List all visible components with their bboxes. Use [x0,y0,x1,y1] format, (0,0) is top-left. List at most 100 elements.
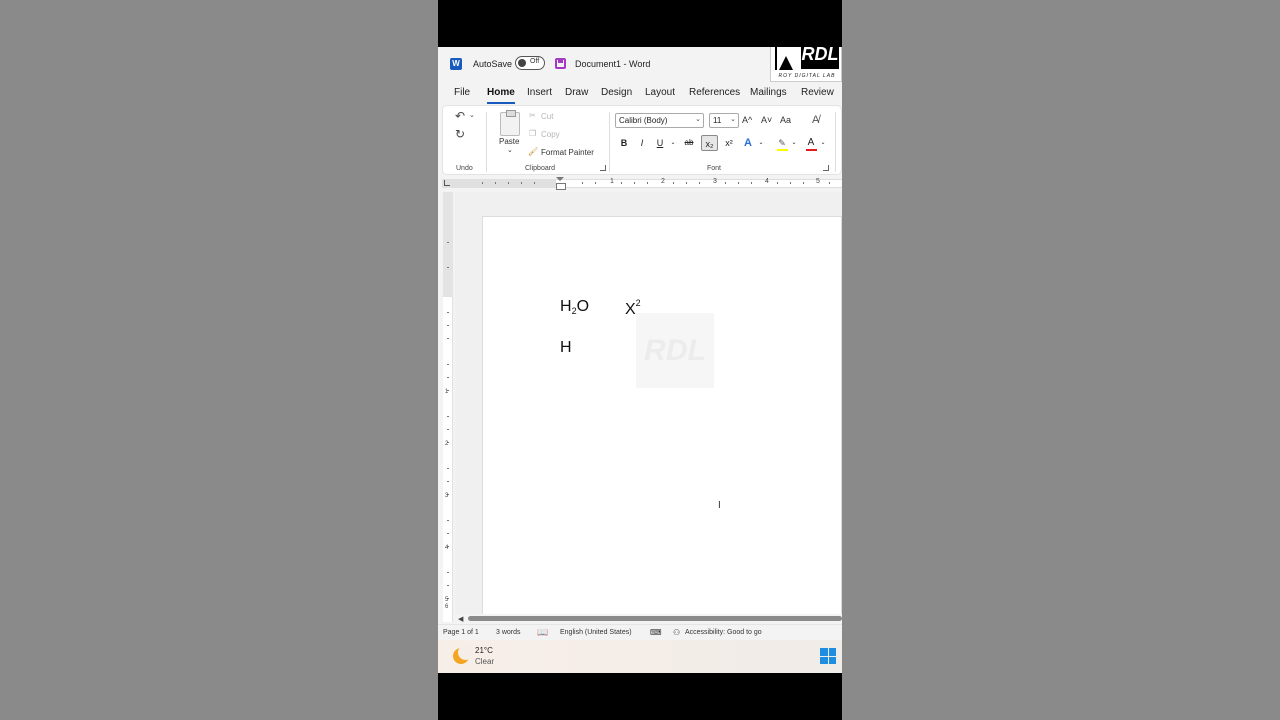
chevron-down-icon: ⌄ [695,116,701,123]
format-painter-button[interactable]: Format Painter [541,148,594,157]
scroll-left-icon[interactable]: ◀ [458,615,463,623]
ruler-number: 4 [765,178,769,185]
ruler-tick [447,325,449,326]
strikethrough-button[interactable]: ab [682,135,696,151]
paste-label[interactable]: Paste [499,137,519,146]
tab-selector-icon[interactable] [444,180,450,186]
proofing-icon[interactable]: 📖 [537,627,548,638]
ruler-tick [673,182,674,184]
status-bar: Page 1 of 1 3 words 📖 English (United St… [438,624,842,640]
formula-x-squared[interactable]: X2 [625,298,641,319]
grow-font-button[interactable]: A^ [742,115,752,125]
word-app-icon: W [450,58,462,70]
language-status[interactable]: English (United States) [560,629,632,636]
clear-formatting-icon[interactable]: A̸ [812,114,819,126]
ruler-number: 1 [445,389,449,395]
copy-button[interactable]: Copy [541,130,560,139]
subscript-button[interactable]: x₂ [701,135,718,151]
ruler-tick [777,182,778,184]
text-cursor-icon: I [718,500,721,511]
ribbon-tabs: File Home Insert Draw Design Layout Refe… [438,82,842,104]
weather-condition[interactable]: Clear [475,657,494,666]
ruler-tick [803,182,804,184]
ruler-tick [790,182,791,184]
underline-button[interactable]: U [653,135,667,151]
clipboard-launcher-icon[interactable] [600,165,606,171]
change-case-button[interactable]: Aa [780,115,791,125]
background-right [842,0,1280,720]
tab-references[interactable]: References [689,87,740,98]
font-size-select[interactable]: 11 ⌄ [709,113,739,128]
tab-layout[interactable]: Layout [645,87,675,98]
text-line-h[interactable]: H [560,339,572,357]
ruler-tick [447,377,449,378]
h2o-tail: O [576,298,590,315]
logo-mark-icon [775,47,797,70]
ruler-tick [482,182,483,184]
save-icon[interactable] [555,58,566,69]
tab-design[interactable]: Design [601,87,632,98]
channel-logo: RDL ROY DIGITAL LAB [770,47,842,82]
ruler-tick [447,468,449,469]
tab-home[interactable]: Home [487,87,515,104]
ruler-tick [686,182,687,184]
vertical-ruler: 1 2 3 4 5 6 [443,192,453,622]
undo-dropdown-icon[interactable]: ⌄ [469,111,475,119]
paste-dropdown-icon[interactable]: ⌄ [507,146,513,154]
ruler-tick [647,182,648,184]
ruler-tick [447,364,449,365]
cut-button[interactable]: Cut [541,112,553,121]
tab-file[interactable]: File [454,87,470,98]
tab-draw[interactable]: Draw [565,87,588,98]
text-effects-icon[interactable]: A [741,135,755,151]
formula-h2o[interactable]: H2O [560,298,589,316]
chevron-down-icon: ⌄ [730,116,736,123]
tab-review[interactable]: Review [801,87,834,98]
scrollbar-thumb[interactable] [468,616,842,621]
ruler-tick [738,182,739,184]
italic-button[interactable]: I [635,135,649,151]
horizontal-scrollbar[interactable]: ◀ [455,614,842,623]
font-name-select[interactable]: Calibri (Body) ⌄ [615,113,704,128]
bold-button[interactable]: B [617,135,631,151]
document-page[interactable]: RDL H2O X2 H I [482,216,842,615]
ruler-tick [447,312,449,313]
ruler-number: 2 [661,178,665,185]
ruler-number: 2 [445,441,449,447]
accessibility-icon[interactable]: ⚇ [673,628,680,637]
highlight-dropdown-icon[interactable]: ⌄ [787,135,801,151]
undo-icon[interactable]: ↶ [455,109,465,123]
word-count[interactable]: 3 words [496,629,521,636]
ribbon: ↶ ⌄ ↻ Undo Paste ⌄ ✂ Cut ❐ Copy 🖌 Format… [442,105,842,175]
logo-letters: RDL [801,47,839,69]
autosave-toggle[interactable]: Off [515,56,545,70]
font-color-dropdown-icon[interactable]: ⌄ [816,135,830,151]
ruler-number: 3 [445,493,449,499]
ruler-top-margin [443,192,453,297]
superscript-button[interactable]: x² [722,135,736,151]
windows-start-icon[interactable] [820,648,836,664]
paste-icon[interactable] [500,110,520,136]
indent-marker-icon[interactable] [556,177,566,190]
horizontal-ruler: 1 2 3 4 5 [442,177,842,190]
tab-insert[interactable]: Insert [527,87,552,98]
tab-mailings[interactable]: Mailings [750,87,787,98]
underline-dropdown-icon[interactable]: ⌄ [666,135,680,151]
ruler-tick [447,242,449,243]
cut-icon: ✂ [529,111,536,120]
logo-watermark: RDL [636,313,714,388]
weather-temperature[interactable]: 21°C [475,646,493,655]
ruler-tick [447,585,449,586]
text-predictions-icon[interactable]: ⌨ [650,628,662,637]
ruler-tick [508,182,509,184]
redo-icon[interactable]: ↻ [455,127,465,141]
shrink-font-button[interactable]: A˅ [761,115,772,125]
word-window: W AutoSave Off Document1 - Word RDL ROY … [438,47,842,673]
font-launcher-icon[interactable] [823,165,829,171]
ruler-tick [751,182,752,184]
text-effects-dropdown-icon[interactable]: ⌄ [754,135,768,151]
document-canvas[interactable]: RDL H2O X2 H I [455,192,842,615]
accessibility-status[interactable]: Accessibility: Good to go [685,629,762,636]
page-count[interactable]: Page 1 of 1 [443,629,479,636]
ruler-tick [595,182,596,184]
